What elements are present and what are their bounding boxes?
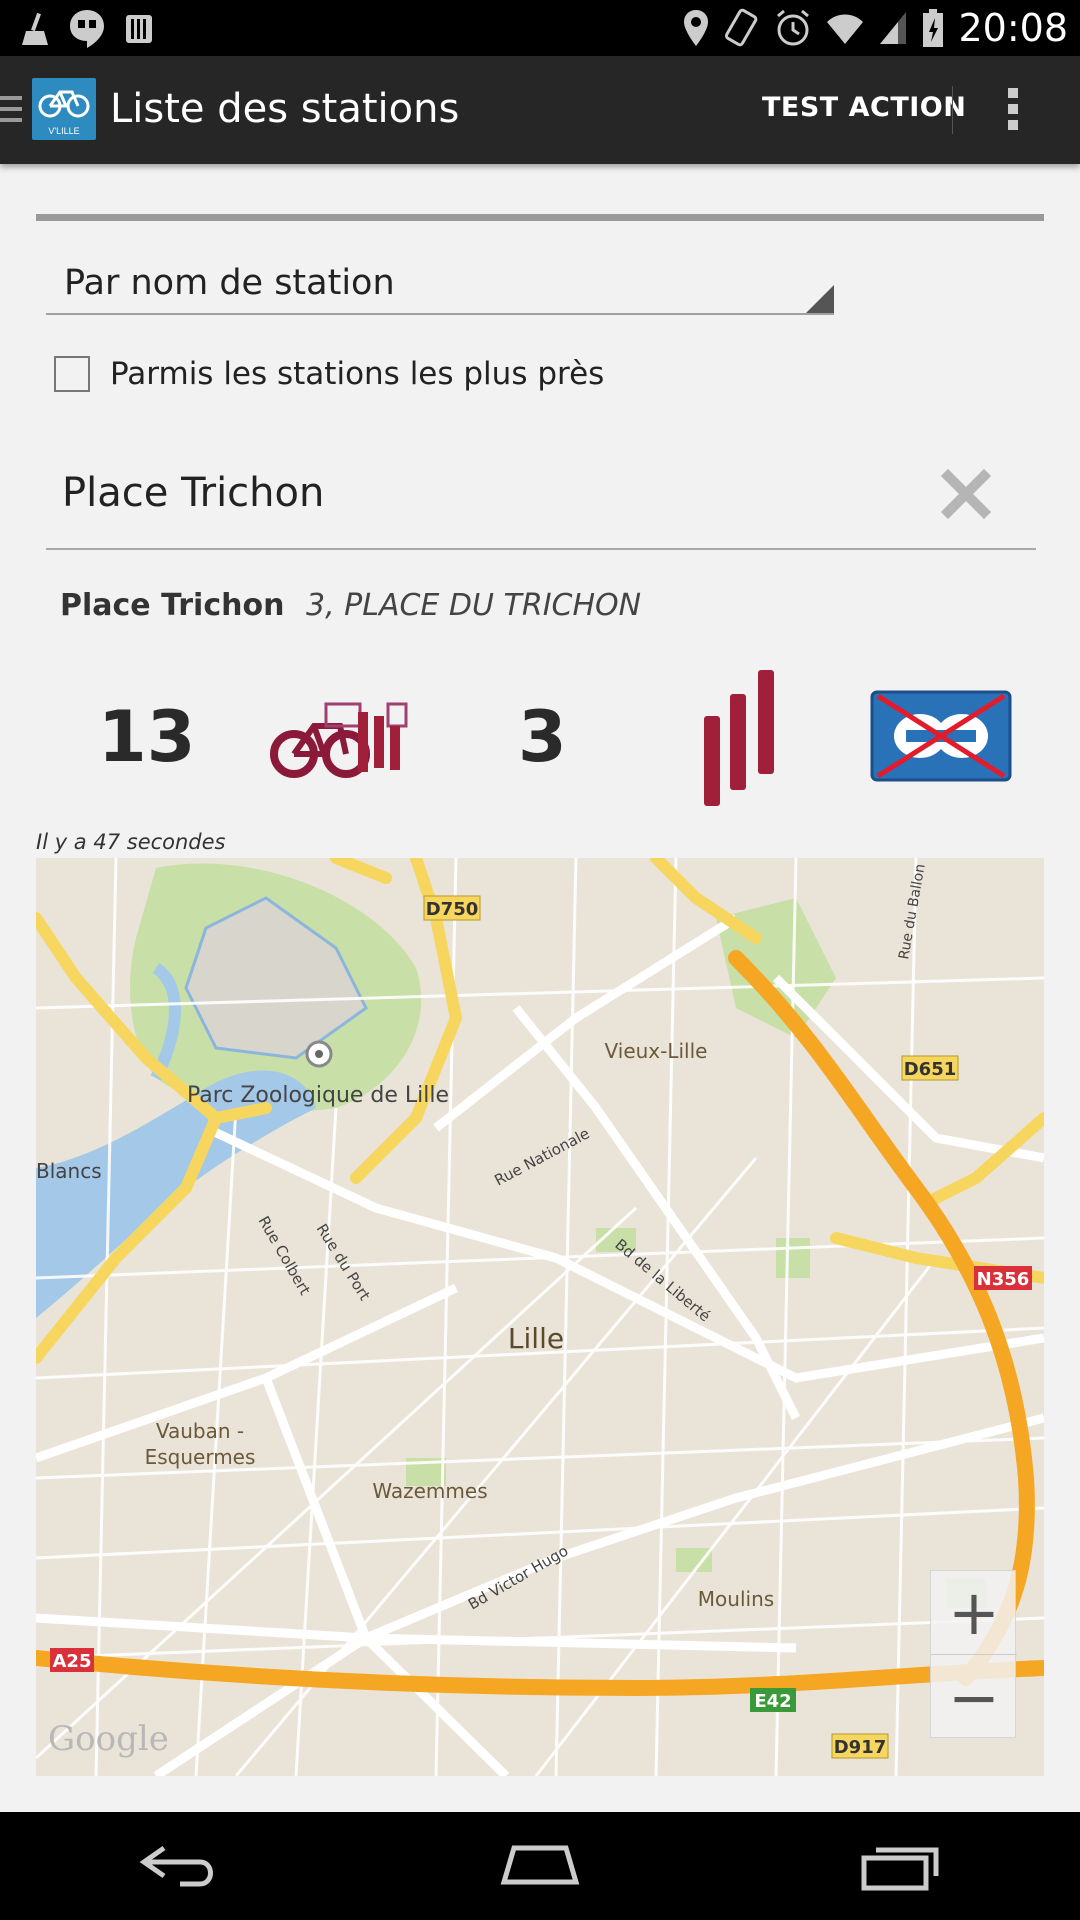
hangouts-icon <box>70 10 104 48</box>
map-label-n356: N356 <box>977 1269 1030 1290</box>
spinner-value: Par nom de station <box>64 263 395 303</box>
home-icon[interactable] <box>490 1832 590 1900</box>
nearest-stations-row[interactable]: Parmis les stations les plus près <box>54 356 604 392</box>
action-divider <box>952 86 953 134</box>
bikes-icon <box>270 702 408 778</box>
clear-icon[interactable] <box>934 462 998 526</box>
dropdown-triangle-icon <box>806 285 834 313</box>
cb-not-accepted-icon <box>870 690 1012 782</box>
alarm-icon <box>777 9 810 46</box>
map-label-a25: A25 <box>53 1651 92 1672</box>
map-label-lille: Lille <box>508 1322 564 1355</box>
broom-icon <box>22 12 48 45</box>
zoom-in-button[interactable]: + <box>931 1571 1017 1655</box>
stands-available-count: 3 <box>518 696 567 778</box>
barcode-icon <box>126 15 152 43</box>
recents-icon[interactable] <box>850 1832 950 1900</box>
rotate-icon <box>725 8 758 47</box>
last-updated: Il y a 47 secondes <box>36 830 226 854</box>
map-label-vauban-2: Esquermes <box>145 1445 256 1469</box>
nearest-stations-checkbox[interactable] <box>54 356 90 392</box>
search-mode-spinner[interactable]: Par nom de station <box>46 255 834 315</box>
map-canvas: D750 D651 N356 A25 E42 D917 Parc Zoologi… <box>36 858 1044 1776</box>
map-label-moulins: Moulins <box>698 1587 774 1611</box>
google-logo: Google <box>48 1719 169 1759</box>
station-address: 3, PLACE DU TRICHON <box>306 588 642 623</box>
app-logo[interactable]: V'LILLE <box>32 78 96 140</box>
station-name: Place Trichon <box>60 588 285 623</box>
progress-line <box>36 214 1044 221</box>
map-label-wazemmes: Wazemmes <box>372 1479 487 1503</box>
page-title: Liste des stations <box>110 86 460 132</box>
nearest-stations-label: Parmis les stations les plus près <box>110 356 605 392</box>
map-label-d651: D651 <box>904 1059 957 1080</box>
map-label-d750: D750 <box>426 899 479 920</box>
back-icon[interactable] <box>130 1832 230 1900</box>
signal-icon <box>880 12 907 44</box>
station-search-input[interactable] <box>62 458 922 528</box>
map-label-vieux-lille: Vieux-Lille <box>605 1039 708 1063</box>
bike-logo-icon: V'LILLE <box>38 90 90 136</box>
test-action-button[interactable]: TEST ACTION <box>762 92 966 123</box>
map-label-blancs: Blancs <box>36 1159 102 1183</box>
location-icon <box>684 10 709 46</box>
overflow-icon[interactable] <box>1008 88 1020 136</box>
bikes-available-count: 13 <box>98 696 196 778</box>
status-bar: 20:08 <box>0 0 1080 56</box>
map-label-e42: E42 <box>754 1691 791 1712</box>
drawer-indicator-icon[interactable] <box>0 96 22 129</box>
map-label-parc: Parc Zoologique de Lille <box>187 1083 449 1108</box>
zoom-out-button[interactable]: − <box>931 1655 1017 1739</box>
zoom-controls: + − <box>930 1570 1017 1739</box>
map-label-vauban-1: Vauban - <box>156 1419 244 1443</box>
status-time: 20:08 <box>958 6 1068 50</box>
map-view[interactable]: D750 D651 N356 A25 E42 D917 Parc Zoologi… <box>36 858 1044 1776</box>
navigation-bar <box>0 1812 1080 1920</box>
battery-icon <box>923 9 944 47</box>
station-search <box>46 448 1036 550</box>
action-bar: V'LILLE Liste des stations TEST ACTION <box>0 56 1080 164</box>
map-label-d917: D917 <box>834 1737 887 1758</box>
stands-icon <box>704 670 774 806</box>
wifi-icon <box>827 14 864 44</box>
app-icon-label: V'LILLE <box>48 126 79 136</box>
